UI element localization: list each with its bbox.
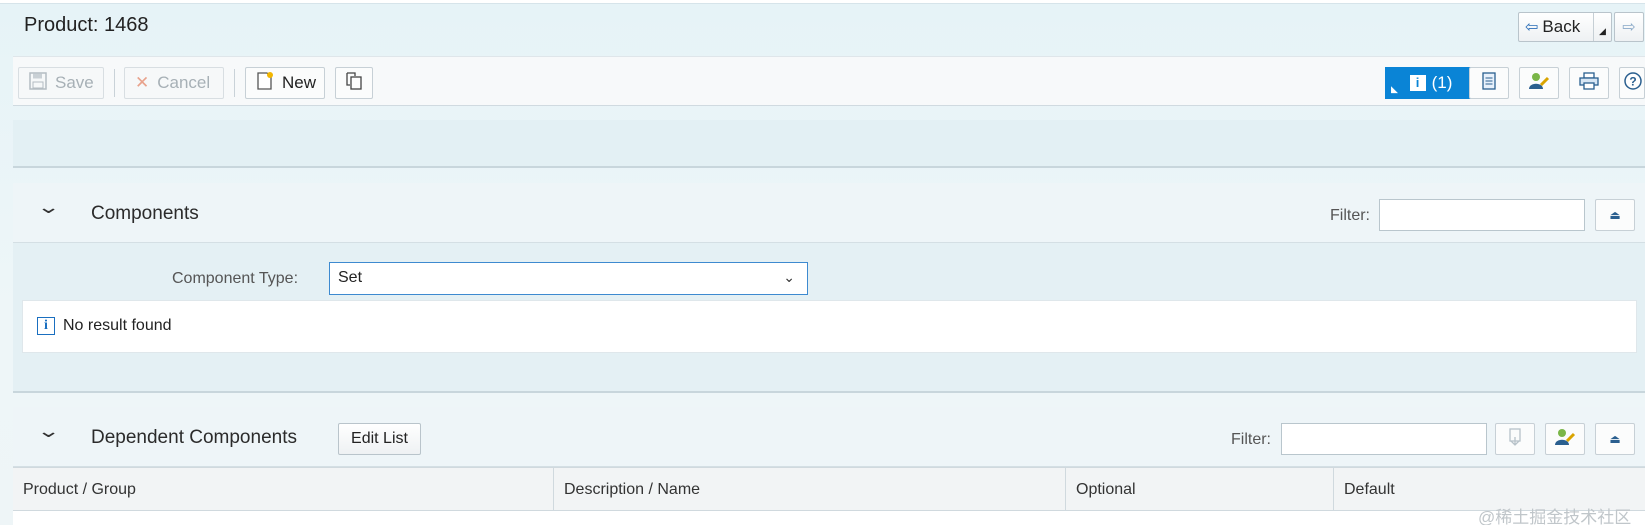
back-history-dropdown[interactable]: ◢ (1593, 13, 1611, 41)
chevron-down-icon[interactable]: ⌄ (36, 197, 60, 218)
messages-button[interactable]: ◣ i (1) (1385, 67, 1477, 99)
printer-icon (1579, 71, 1599, 95)
export-icon (1506, 427, 1524, 451)
column-header-optional[interactable]: Optional (1066, 468, 1334, 512)
dependent-components-table-header: Product / Group Description / Name Optio… (13, 467, 1645, 512)
new-label: New (282, 73, 317, 92)
back-label: Back (1542, 17, 1581, 36)
column-header-product-group[interactable]: Product / Group (13, 468, 554, 512)
chevron-down-icon: ⌄ (783, 269, 795, 285)
column-header-description-name[interactable]: Description / Name (554, 468, 1066, 512)
dependent-components-collapse-button[interactable]: ⏏ (1595, 423, 1635, 455)
filter-label: Filter: (1330, 207, 1370, 224)
component-type-label: Component Type: (172, 270, 299, 287)
cancel-label: Cancel (157, 73, 211, 92)
component-type-value: Set (338, 269, 363, 286)
user-settings-icon (1554, 427, 1576, 452)
edit-list-button[interactable]: Edit List (338, 423, 421, 455)
dependent-components-panel-header: ⌄ Dependent Components Filter: (13, 407, 1645, 467)
print-button[interactable] (1569, 67, 1609, 99)
toolbar-separator (234, 69, 235, 97)
new-button[interactable]: New (245, 67, 325, 99)
dependent-components-filter-input[interactable] (1281, 423, 1487, 455)
components-collapse-button[interactable]: ⏏ (1595, 199, 1635, 231)
page-title: Product: 1468 (24, 14, 149, 36)
watermark: @稀土掘金技术社区 (1478, 508, 1632, 525)
notes-button[interactable] (1469, 67, 1509, 99)
cancel-button[interactable]: ✕ Cancel (124, 67, 224, 99)
copy-button[interactable] (335, 67, 373, 99)
dependent-components-title: Dependent Components (91, 427, 297, 448)
toolbar-separator (114, 69, 115, 97)
new-document-icon (256, 71, 274, 96)
user-settings-icon (1528, 71, 1550, 96)
components-title: Components (91, 203, 199, 224)
user-settings-button[interactable] (1519, 67, 1559, 99)
corner-indicator-icon: ◣ (1391, 84, 1398, 94)
back-button[interactable]: ⇦ Back ◢ (1518, 12, 1612, 42)
arrow-left-icon: ⇦ (1525, 19, 1539, 36)
result-message-box: i No result found (22, 300, 1637, 353)
filter-label: Filter: (1231, 431, 1271, 448)
component-type-select[interactable]: Set ⌄ (329, 262, 808, 295)
components-panel-header: ⌄ Components Filter: ⏏ (13, 183, 1645, 243)
help-button[interactable]: ? (1619, 67, 1645, 99)
info-icon: i (37, 317, 55, 335)
collapse-triangle-icon: ⏏ (1609, 208, 1621, 222)
components-filter-input[interactable] (1379, 199, 1585, 231)
top-border (0, 0, 1645, 4)
chevron-down-icon[interactable]: ⌄ (36, 421, 60, 442)
arrow-right-icon: ⇨ (1622, 19, 1636, 36)
dependent-components-table-body (13, 511, 1645, 525)
forward-button[interactable]: ⇨ (1614, 12, 1644, 42)
export-button[interactable] (1495, 423, 1535, 455)
product-page: Product: 1468 ⇦ Back ◢ ⇨ Save ✕ Cancel N… (0, 0, 1645, 525)
messages-count: (1) (1431, 73, 1453, 92)
personalize-button[interactable] (1545, 423, 1585, 455)
x-icon: ✕ (135, 73, 150, 92)
copy-document-icon (346, 71, 362, 95)
info-icon: i (1409, 75, 1426, 91)
floppy-disk-icon (29, 71, 47, 95)
header-area (13, 120, 1645, 168)
toolbar: Save ✕ Cancel New ◣ i (1) ? (13, 56, 1645, 106)
save-label: Save (55, 73, 94, 92)
svg-text:?: ? (1629, 74, 1636, 88)
notes-icon (1481, 71, 1497, 95)
result-message: No result found (63, 317, 172, 334)
collapse-triangle-icon: ⏏ (1609, 432, 1621, 446)
save-button[interactable]: Save (18, 67, 104, 99)
help-icon: ? (1624, 71, 1642, 95)
